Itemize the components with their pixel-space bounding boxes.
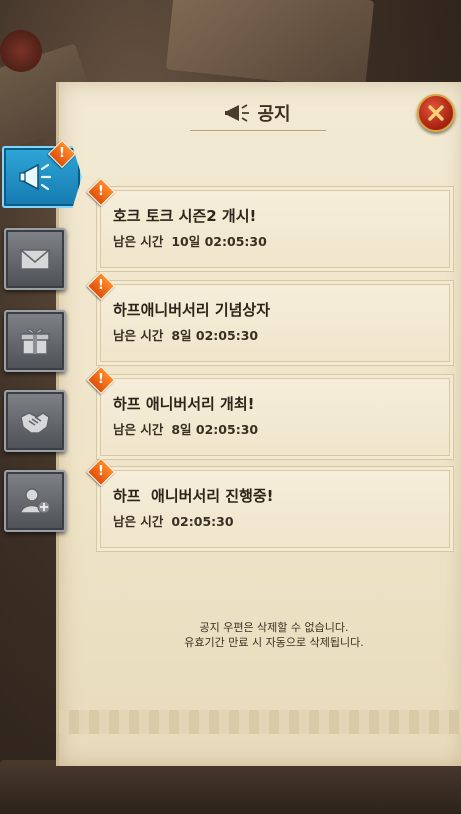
notice-title: 하프 애니버서리 진행중!	[113, 487, 274, 505]
notice-item[interactable]: 호크 토크 시즌2 개시! 남은 시간 10일 02:05:30	[96, 186, 454, 272]
notice-remaining-time: 남은 시간 8일 02:05:30	[113, 419, 258, 438]
panel-header: 공지	[188, 96, 328, 130]
panel-ornament	[59, 710, 461, 734]
page-title: 공지	[257, 104, 291, 125]
megaphone-icon	[19, 163, 52, 191]
time-label: 남은 시간	[113, 234, 164, 249]
background-paper	[165, 0, 375, 91]
notice-remaining-time: 남은 시간 10일 02:05:30	[113, 231, 267, 250]
tab-mail[interactable]	[4, 228, 66, 290]
tab-friend-add[interactable]	[4, 470, 66, 532]
gift-box-icon	[20, 328, 50, 355]
background-wax-seal	[0, 30, 42, 72]
notice-title: 하프 애니버서리 개최!	[113, 395, 255, 413]
notice-item[interactable]: 하프 애니버서리 개최! 남은 시간 8일 02:05:30	[96, 374, 454, 460]
time-label: 남은 시간	[113, 422, 164, 437]
add-friend-icon	[20, 488, 51, 514]
title-divider	[190, 130, 326, 131]
notice-title: 호크 토크 시즌2 개시!	[113, 207, 257, 225]
time-value: 02:05:30	[171, 514, 234, 529]
time-value: 8일 02:05:30	[171, 422, 259, 437]
tab-friendship[interactable]	[4, 390, 66, 452]
notice-item[interactable]: 하프 애니버서리 진행중! 남은 시간 02:05:30	[96, 466, 454, 552]
footer-note-line: 공지 우편은 삭제할 수 없습니다.	[199, 621, 349, 634]
notice-remaining-time: 남은 시간 8일 02:05:30	[113, 325, 258, 344]
time-label: 남은 시간	[113, 514, 164, 529]
megaphone-icon	[225, 104, 250, 122]
handshake-icon	[20, 412, 50, 434]
footer-note: 공지 우편은 삭제할 수 없습니다. 유효기간 만료 시 자동으로 삭제됩니다.	[96, 620, 452, 650]
notice-item[interactable]: 하프애니버서리 기념상자 남은 시간 8일 02:05:30	[96, 280, 454, 366]
envelope-icon	[20, 249, 50, 270]
time-value: 10일 02:05:30	[171, 234, 267, 249]
close-button[interactable]	[417, 94, 455, 132]
notice-title: 하프애니버서리 기념상자	[113, 301, 271, 319]
notice-remaining-time: 남은 시간 02:05:30	[113, 511, 234, 530]
background-desk	[0, 760, 461, 814]
time-label: 남은 시간	[113, 328, 164, 343]
tab-gift[interactable]	[4, 310, 66, 372]
time-value: 8일 02:05:30	[171, 328, 259, 343]
footer-note-line: 유효기간 만료 시 자동으로 삭제됩니다.	[184, 636, 364, 649]
close-x-icon	[428, 105, 444, 121]
